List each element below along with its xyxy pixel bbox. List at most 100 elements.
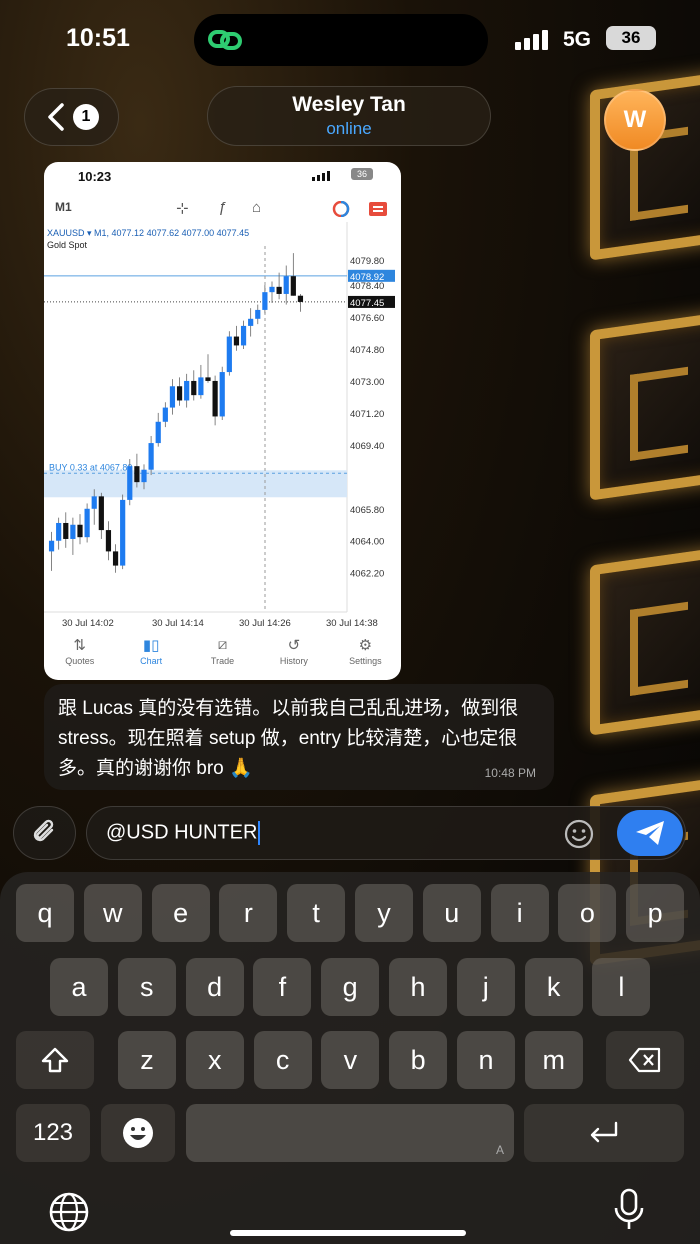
contact-name: Wesley Tan [292,93,406,116]
x-tick-label: 30 Jul 14:38 [326,618,378,629]
candle-body [255,309,261,319]
candle-body [148,443,154,470]
objects-icon: ⌂ [252,199,262,216]
tab-label: History [279,656,308,666]
key-t[interactable]: t [287,884,346,942]
candle-body [162,407,168,422]
link-icon [208,30,242,50]
key-r[interactable]: r [219,884,278,942]
home-indicator [230,1230,466,1236]
chart-symbol-desc: Gold Spot [47,240,88,250]
globe-icon[interactable] [47,1190,91,1234]
message-text: 跟 Lucas 真的没有选错。以前我自己乱乱进场，做到很 stress。现在照着… [58,698,519,779]
send-icon [636,821,664,845]
key-y[interactable]: y [355,884,413,942]
key-j[interactable]: j [456,958,515,1016]
microphone-icon[interactable] [612,1188,646,1232]
candle-body [91,496,97,509]
screenshot-status-time: 10:23 [78,169,112,184]
space-key[interactable]: A [186,1104,514,1162]
candle-body [176,386,183,401]
candle-body [290,276,296,296]
backspace-key[interactable] [606,1031,684,1089]
key-z[interactable]: z [118,1031,176,1089]
candle-body [262,292,268,310]
key-o[interactable]: o [558,884,617,942]
y-tick-label: 4069.40 [350,441,384,452]
key-l[interactable]: l [592,958,651,1016]
key-n[interactable]: n [457,1031,515,1089]
buy-zone-band [44,470,347,498]
unread-count-badge: 1 [73,104,99,130]
y-tick-label: 4074.80 [350,345,384,356]
candle-body [141,469,147,483]
emoji-key[interactable] [101,1104,175,1162]
return-icon [590,1121,618,1143]
y-tick-label: 4065.80 [350,505,384,516]
candle-body [198,377,204,396]
key-i[interactable]: i [490,884,549,942]
one-click-trade-icon [332,201,350,217]
return-key[interactable] [524,1104,684,1162]
send-button[interactable] [617,810,683,856]
chart-icon: ▮▯ [142,637,160,654]
text-caret [258,821,261,845]
shift-icon [41,1047,69,1073]
key-b[interactable]: b [389,1031,448,1089]
candle-body [191,380,197,396]
message-input[interactable]: @USD HUNTER [86,806,686,860]
candlestick-chart: XAUUSD ▾ M1, 4077.12 4077.62 4077.00 407… [44,222,395,629]
screenshot-toolbar: M1 ⊹ ƒ ⌂ [44,192,401,222]
chart-symbol-line: XAUUSD ▾ M1, 4077.12 4077.62 4077.00 407… [47,228,249,238]
candle-body [84,508,90,538]
key-q[interactable]: q [16,884,74,942]
candle-body [283,276,289,294]
candle-body [70,524,76,539]
tab-history: ↺ History [258,632,329,680]
message-bubble[interactable]: 跟 Lucas 真的没有选错。以前我自己乱乱进场，做到很 stress。现在照着… [44,684,554,790]
back-button[interactable]: 1 [24,88,119,146]
tab-label: Chart [140,656,163,666]
candle-body [127,466,133,500]
key-u[interactable]: u [422,884,481,942]
key-m[interactable]: m [524,1031,583,1089]
indicator-icon: ƒ [218,199,227,216]
key-w[interactable]: w [83,884,142,942]
key-c[interactable]: c [253,1031,312,1089]
key-v[interactable]: v [321,1031,380,1089]
key-g[interactable]: g [321,958,380,1016]
key-d[interactable]: d [185,958,244,1016]
key-h[interactable]: h [389,958,447,1016]
key-x[interactable]: x [185,1031,244,1089]
key-p[interactable]: p [626,884,685,942]
buy-order-label: BUY 0.33 at 4067.80 [49,462,132,472]
history-icon: ↺ [287,637,301,654]
emoji-sticker-icon[interactable] [563,818,595,850]
candle-body [134,466,140,483]
attach-button[interactable] [13,806,76,860]
y-tick-label: 4062.20 [350,569,384,580]
key-f[interactable]: f [253,958,312,1016]
key-s[interactable]: s [117,958,176,1016]
key-a[interactable]: a [50,958,108,1016]
trade-switch-icon [369,202,387,216]
chevron-left-icon [48,103,64,131]
screenshot-signal-icon [312,171,330,181]
tab-settings: ⚙ Settings [330,632,401,680]
chat-title[interactable]: Wesley Tan online [207,86,491,146]
paperclip-icon [33,819,53,842]
key-e[interactable]: e [151,884,210,942]
y-tick-label: 4079.80 [350,256,384,267]
candle-body [56,522,62,541]
key-k[interactable]: k [524,958,583,1016]
y-tick-label: 4078.40 [350,281,384,292]
screenshot-battery-icon: 36 [351,168,373,180]
avatar[interactable]: W [604,89,666,151]
space-hint: A [495,1143,504,1157]
numbers-key[interactable]: 123 [16,1104,90,1162]
tab-trade: ⧄ Trade [187,632,258,680]
shift-key[interactable] [16,1031,94,1089]
tab-label: Quotes [65,656,95,666]
timeframe-label: M1 [55,200,72,214]
chart-screenshot-message[interactable]: 10:23 36 M1 ⊹ ƒ ⌂ XAUUSD ▾ M1, 4077.12 4… [44,162,401,680]
